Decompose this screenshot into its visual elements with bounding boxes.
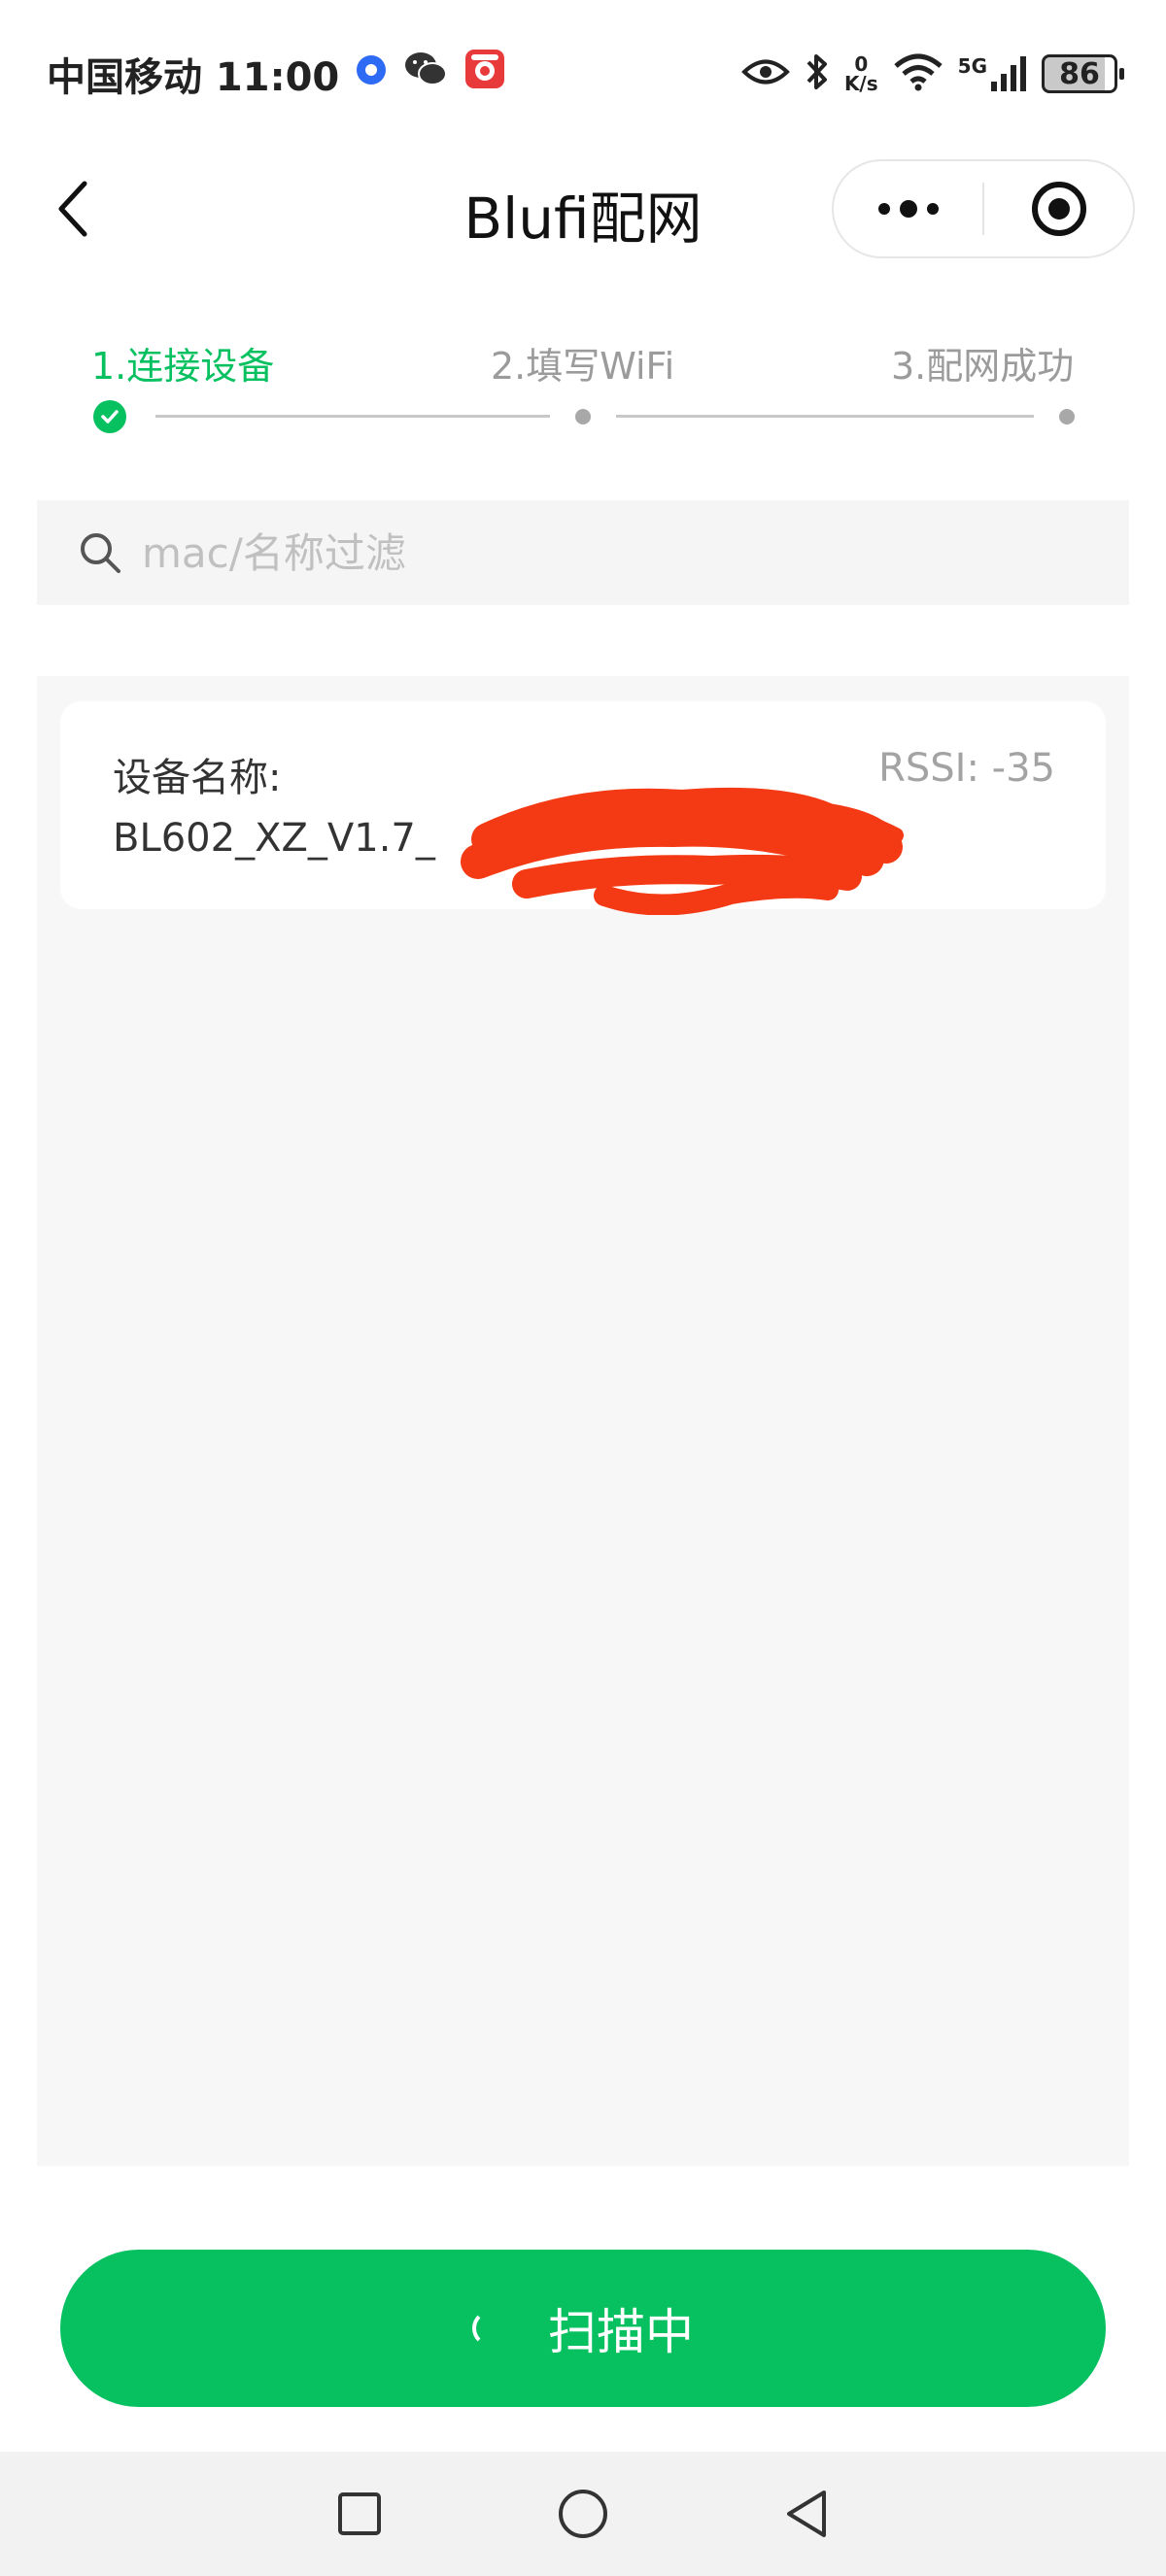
step-1-label: 1.连接设备 <box>91 345 275 388</box>
menu-capsule <box>832 159 1135 258</box>
device-list: 设备名称: RSSI: -35 BL602_XZ_V1.7_ <box>37 676 1129 2166</box>
wechat-icon <box>403 50 448 98</box>
check-icon <box>101 410 119 424</box>
device-name: BL602_XZ_V1.7_ <box>113 816 435 861</box>
device-card[interactable]: 设备名称: RSSI: -35 BL602_XZ_V1.7_ <box>60 701 1106 915</box>
step-line-2 <box>616 415 1034 418</box>
spinner-icon <box>472 2310 509 2347</box>
network-type: 5G <box>957 54 987 78</box>
wifi-icon <box>892 52 944 95</box>
scan-button-label: 扫描中 <box>548 2304 694 2360</box>
location-app-icon <box>355 51 388 96</box>
carrier-time: 中国移动 11:00 <box>47 55 340 100</box>
more-icon <box>877 200 939 218</box>
netspeed-value: 0 <box>854 52 869 76</box>
battery-level: 86 <box>1059 56 1100 91</box>
target-icon <box>1031 182 1086 236</box>
step-3-dot <box>1059 409 1075 424</box>
home-button[interactable] <box>554 2485 612 2543</box>
home-square-icon <box>338 2492 381 2535</box>
redaction-scribble <box>461 787 904 915</box>
netspeed: 0 K/s <box>844 54 878 93</box>
step-1-check <box>93 400 126 433</box>
system-back-button[interactable] <box>777 2485 836 2543</box>
step-3-label: 3.配网成功 <box>891 345 1075 388</box>
device-name-label: 设备名称: <box>113 756 282 800</box>
battery-indicator: 86 <box>1042 54 1124 93</box>
step-indicator: 1.连接设备 2.填写WiFi 3.配网成功 <box>0 321 1166 447</box>
netspeed-unit: K/s <box>843 72 878 95</box>
signal-icon: 5G <box>958 54 1028 93</box>
status-bar: 中国移动 11:00 0 K/s 5G 86 <box>0 0 1166 146</box>
close-miniprogram-button[interactable] <box>984 161 1133 256</box>
back-triangle-icon <box>787 2491 826 2537</box>
scan-button[interactable]: 扫描中 <box>60 2250 1106 2407</box>
more-button[interactable] <box>834 161 982 256</box>
step-2-label: 2.填写WiFi <box>491 345 675 388</box>
search-icon <box>81 533 120 573</box>
bluetooth-icon <box>804 51 831 96</box>
eye-icon <box>741 57 790 90</box>
system-nav-bar <box>0 2452 1166 2576</box>
news-app-icon <box>463 48 506 100</box>
recents-button[interactable] <box>330 2485 389 2543</box>
search-input[interactable] <box>142 528 1016 577</box>
step-2-dot <box>575 409 591 424</box>
home-circle-icon <box>559 2490 607 2538</box>
search-bar <box>37 500 1129 605</box>
nav-bar: Blufi配网 <box>0 146 1166 272</box>
step-line-1 <box>155 415 550 418</box>
